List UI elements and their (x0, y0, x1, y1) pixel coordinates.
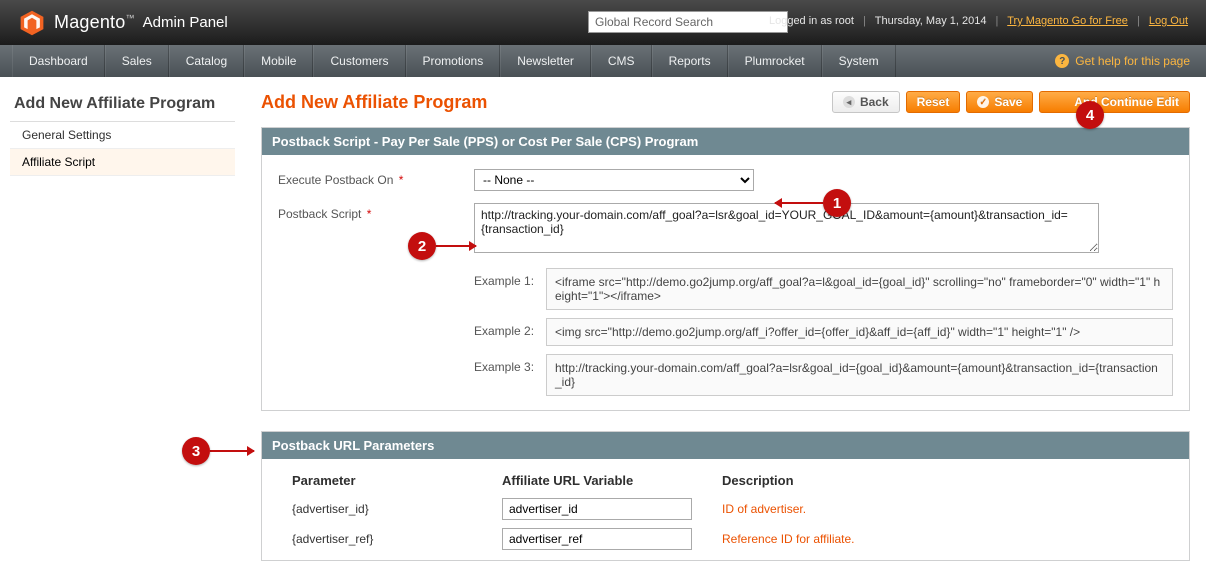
check-icon: ✓ (977, 96, 989, 108)
callout-2: 2 (408, 232, 436, 260)
nav-dashboard[interactable]: Dashboard (12, 45, 105, 77)
nav-plumrocket[interactable]: Plumrocket (728, 45, 822, 77)
main-nav: Dashboard Sales Catalog Mobile Customers… (0, 45, 1206, 77)
page-title: Add New Affiliate Program (261, 92, 487, 113)
back-icon: ◂ (843, 96, 855, 108)
nav-mobile[interactable]: Mobile (244, 45, 313, 77)
nav-system[interactable]: System (822, 45, 896, 77)
example1-box: <iframe src="http://demo.go2jump.org/aff… (546, 268, 1173, 310)
param-desc: ID of advertiser. (722, 502, 1159, 516)
param-desc: Reference ID for affiliate. (722, 532, 1159, 546)
nav-catalog[interactable]: Catalog (169, 45, 244, 77)
callout-1-arrow (775, 202, 823, 204)
sidebar-menu: General Settings Affiliate Script (10, 121, 235, 176)
try-magento-link[interactable]: Try Magento Go for Free (1007, 15, 1128, 27)
content-area: Add New Affiliate Program ◂ Back Reset ✓… (245, 77, 1206, 561)
back-button[interactable]: ◂ Back (832, 91, 900, 113)
magento-logo-icon (18, 9, 46, 37)
sidebar-title: Add New Affiliate Program (10, 95, 235, 113)
nav-cms[interactable]: CMS (591, 45, 652, 77)
sidebar-item-general-settings[interactable]: General Settings (10, 122, 235, 149)
help-icon: ? (1055, 54, 1069, 68)
param-name: {advertiser_id} (292, 502, 502, 516)
param-table-header: Parameter Affiliate URL Variable Descrip… (292, 473, 1159, 488)
example1-label: Example 1: (474, 268, 546, 288)
global-search-input[interactable] (588, 11, 788, 33)
postback-script-textarea[interactable]: http://tracking.your-domain.com/aff_goal… (474, 203, 1099, 253)
action-bar: ◂ Back Reset ✓ Save And Continue Edit (832, 91, 1190, 113)
callout-2-arrow (436, 245, 476, 247)
callout-3: 3 (182, 437, 210, 465)
header-status: Logged in as root | Thursday, May 1, 201… (769, 15, 1188, 27)
example2-label: Example 2: (474, 318, 546, 338)
logout-link[interactable]: Log Out (1149, 15, 1188, 27)
example3-label: Example 3: (474, 354, 546, 374)
save-button[interactable]: ✓ Save (966, 91, 1033, 113)
example3-box: http://tracking.your-domain.com/aff_goal… (546, 354, 1173, 396)
execute-postback-select[interactable]: -- None -- (474, 169, 754, 191)
sidebar: Add New Affiliate Program General Settin… (0, 77, 245, 561)
nav-customers[interactable]: Customers (313, 45, 405, 77)
param-row: {advertiser_id} ID of advertiser. (292, 498, 1159, 520)
global-search (588, 11, 788, 33)
param-col-parameter: Parameter (292, 473, 502, 488)
nav-promotions[interactable]: Promotions (406, 45, 501, 77)
content-header: Add New Affiliate Program ◂ Back Reset ✓… (261, 91, 1190, 113)
callout-4: 4 (1076, 101, 1104, 129)
header-date: Thursday, May 1, 2014 (875, 15, 987, 27)
save-continue-button[interactable]: And Continue Edit (1039, 91, 1190, 113)
param-row: {advertiser_ref} Reference ID for affili… (292, 528, 1159, 550)
logo: Magento™ Admin Panel (18, 9, 228, 37)
reset-button[interactable]: Reset (906, 91, 961, 113)
logged-in-text: Logged in as root (769, 15, 854, 27)
brand-name: Magento™ (54, 12, 135, 33)
admin-header: Magento™ Admin Panel Logged in as root |… (0, 0, 1206, 45)
postback-script-label: Postback Script * (278, 203, 474, 221)
param-var-input[interactable] (502, 498, 692, 520)
panel-postback-script-header: Postback Script - Pay Per Sale (PPS) or … (262, 128, 1189, 155)
param-name: {advertiser_ref} (292, 532, 502, 546)
example2-box: <img src="http://demo.go2jump.org/aff_i?… (546, 318, 1173, 346)
param-col-variable: Affiliate URL Variable (502, 473, 722, 488)
param-var-input[interactable] (502, 528, 692, 550)
callout-3-arrow (210, 450, 254, 452)
panel-postback-params-header: Postback URL Parameters (262, 432, 1189, 459)
brand-sub: Admin Panel (143, 14, 228, 31)
callout-1: 1 (823, 189, 851, 217)
panel-postback-script: Postback Script - Pay Per Sale (PPS) or … (261, 127, 1190, 411)
nav-reports[interactable]: Reports (652, 45, 728, 77)
nav-sales[interactable]: Sales (105, 45, 169, 77)
execute-postback-label: Execute Postback On * (278, 169, 474, 187)
nav-newsletter[interactable]: Newsletter (500, 45, 591, 77)
help-link[interactable]: ? Get help for this page (1055, 45, 1190, 77)
sidebar-item-affiliate-script[interactable]: Affiliate Script (10, 149, 235, 176)
panel-postback-params: Postback URL Parameters Parameter Affili… (261, 431, 1190, 561)
param-col-description: Description (722, 473, 1159, 488)
